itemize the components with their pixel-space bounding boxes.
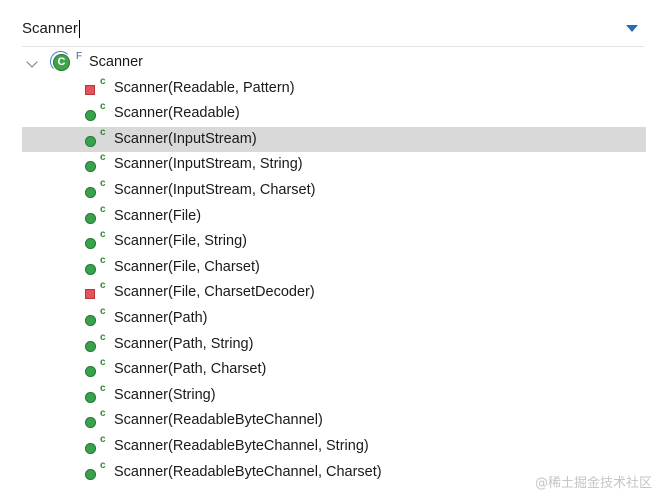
constructor-badge: c	[100, 408, 106, 420]
dropdown-arrow-icon[interactable]	[626, 25, 638, 32]
class-label: Scanner	[89, 54, 144, 70]
search-bar: Scanner	[22, 14, 644, 47]
constructor-badge: c	[100, 75, 106, 87]
tree-item-constructor[interactable]: c Scanner(InputStream, String)	[22, 152, 646, 178]
public-method-icon	[85, 366, 96, 378]
constructor-label: Scanner(ReadableByteChannel)	[114, 412, 323, 429]
public-method-icon	[85, 186, 96, 198]
constructor-label: Scanner(File, CharsetDecoder)	[114, 284, 315, 301]
constructor-badge: c	[100, 382, 106, 394]
constructor-label: Scanner(InputStream, Charset)	[114, 181, 316, 198]
public-method-icon	[85, 391, 96, 403]
constructor-label: Scanner(Readable)	[114, 105, 240, 122]
search-input[interactable]: Scanner	[22, 14, 602, 44]
constructor-label: Scanner(ReadableByteChannel, String)	[114, 437, 369, 454]
tree-item-constructor[interactable]: c Scanner(InputStream, Charset)	[22, 178, 646, 204]
tree-root-scanner[interactable]: F Scanner	[22, 50, 646, 76]
tree-item-constructor[interactable]: c Scanner(ReadableByteChannel, String)	[22, 434, 646, 460]
watermark: @稀土掘金技术社区	[534, 476, 652, 491]
constructor-label: Scanner(Path)	[114, 309, 208, 326]
public-method-icon	[85, 212, 96, 224]
outline-tree: F Scanner c Scanner(Readable, Pattern) c Sc…	[22, 50, 646, 485]
tree-item-constructor[interactable]: c Scanner(Path, Charset)	[22, 357, 646, 383]
tree-item-constructor[interactable]: c Scanner(String)	[22, 383, 646, 409]
constructor-label: Scanner(InputStream, String)	[114, 156, 303, 173]
search-input-text: Scanner	[22, 20, 78, 37]
public-method-icon	[85, 340, 96, 352]
constructor-label: Scanner(File, String)	[114, 233, 247, 250]
constructor-badge: c	[100, 177, 106, 189]
constructor-badge: c	[100, 280, 106, 292]
public-method-icon	[85, 110, 96, 122]
final-modifier-badge: F	[76, 51, 83, 62]
tree-item-constructor[interactable]: c Scanner(File, CharsetDecoder)	[22, 280, 646, 306]
public-method-icon	[85, 263, 96, 275]
tree-item-constructor[interactable]: c Scanner(Readable, Pattern)	[22, 76, 646, 102]
constructor-label: Scanner(String)	[114, 386, 216, 403]
constructor-badge: c	[100, 101, 106, 113]
constructor-badge: c	[100, 357, 106, 369]
private-method-icon	[85, 289, 95, 300]
constructor-badge: c	[100, 254, 106, 266]
public-method-icon	[85, 238, 96, 250]
constructor-badge: c	[100, 459, 106, 471]
text-caret	[78, 20, 80, 39]
tree-item-constructor[interactable]: c Scanner(Path)	[22, 306, 646, 332]
tree-item-constructor[interactable]: c Scanner(Path, String)	[22, 332, 646, 358]
tree-item-constructor[interactable]: c Scanner(InputStream)	[22, 126, 646, 153]
constructor-badge: c	[100, 305, 106, 317]
constructor-badge: c	[100, 203, 106, 215]
constructor-label: Scanner(ReadableByteChannel, Charset)	[114, 463, 382, 480]
tree-item-constructor[interactable]: c Scanner(File, String)	[22, 229, 646, 255]
public-method-icon	[85, 417, 96, 429]
public-method-icon	[85, 135, 96, 147]
public-method-icon	[85, 468, 96, 480]
tree-item-constructor[interactable]: c Scanner(File, Charset)	[22, 255, 646, 281]
constructor-badge: c	[100, 126, 106, 138]
constructor-label: Scanner(Path, String)	[114, 335, 254, 352]
tree-item-constructor[interactable]: c Scanner(ReadableByteChannel)	[22, 408, 646, 434]
outline-popup: Scanner F Scanner c Scanner(Readable, Pat…	[0, 0, 666, 497]
constructor-badge: c	[100, 152, 106, 164]
constructor-label: Scanner(Readable, Pattern)	[114, 79, 295, 96]
constructor-label: Scanner(File)	[114, 207, 202, 224]
public-method-icon	[85, 314, 96, 326]
tree-item-constructor[interactable]: c Scanner(File)	[22, 204, 646, 230]
public-method-icon	[85, 442, 96, 454]
constructor-label: Scanner(InputStream)	[114, 130, 257, 147]
constructor-badge: c	[100, 331, 106, 343]
private-method-icon	[85, 84, 95, 95]
chevron-down-icon[interactable]	[26, 56, 38, 68]
public-method-icon	[85, 161, 96, 173]
constructor-badge: c	[100, 433, 106, 445]
constructor-label: Scanner(Path, Charset)	[114, 361, 267, 378]
class-icon	[50, 51, 71, 72]
constructor-label: Scanner(File, Charset)	[114, 258, 260, 275]
constructor-badge: c	[100, 229, 106, 241]
tree-item-constructor[interactable]: c Scanner(Readable)	[22, 101, 646, 127]
